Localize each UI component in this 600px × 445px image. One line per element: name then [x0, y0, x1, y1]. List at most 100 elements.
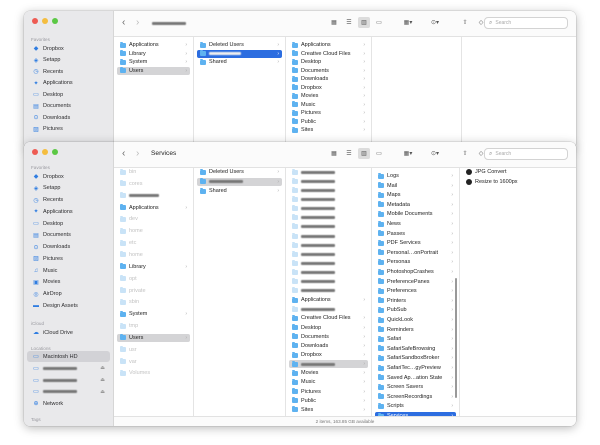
group-by-button[interactable]: ▦▾ [399, 17, 417, 28]
sidebar-item[interactable]: ◎ AirDrop [27, 289, 110, 300]
list-view-button[interactable]: ☰ [343, 148, 355, 159]
service-workflow-row[interactable]: Resize to 1600px [463, 178, 573, 186]
folder-row[interactable]: ScreenRecordings › [375, 393, 456, 401]
sidebar-item[interactable]: ▭ ⏏ [27, 375, 110, 386]
sidebar-item[interactable]: ▭ Desktop [27, 218, 110, 229]
sidebar-item[interactable]: ▨ Pictures [27, 124, 110, 135]
folder-row[interactable] [289, 269, 368, 277]
folder-row[interactable]: tmp [117, 322, 190, 330]
folder-row[interactable]: Volumes [117, 369, 190, 377]
folder-row[interactable]: Personal…onPortrait › [375, 249, 456, 257]
folder-row[interactable]: Passes › [375, 230, 456, 238]
folder-row[interactable]: Reminders › [375, 326, 456, 334]
folder-row[interactable]: opt [117, 275, 190, 283]
forward-button[interactable]: › [136, 18, 139, 28]
folder-row[interactable]: Preferences › [375, 287, 456, 295]
share-button[interactable]: ⇧ [459, 148, 471, 159]
forward-button[interactable]: › [136, 149, 139, 159]
folder-row[interactable] [289, 250, 368, 258]
gallery-view-button[interactable]: ▭ [373, 148, 385, 159]
column-view-button[interactable]: ▥ [358, 148, 370, 159]
folder-row[interactable]: PreferencePanes › [375, 278, 456, 286]
folder-row[interactable]: Maps › [375, 191, 456, 199]
folder-row[interactable]: var [117, 358, 190, 366]
folder-row[interactable]: private [117, 287, 190, 295]
sidebar-item[interactable]: ✦ Applications [27, 78, 110, 89]
share-button[interactable]: ⇧ [459, 17, 471, 28]
sidebar-item[interactable]: ▭ ⏏ [27, 363, 110, 374]
folder-row[interactable]: home [117, 251, 190, 259]
folder-row[interactable]: QuickLook › [375, 316, 456, 324]
list-view-button[interactable]: ☰ [343, 17, 355, 28]
folder-row[interactable] [289, 241, 368, 249]
folder-row[interactable] [289, 205, 368, 213]
folder-row[interactable]: Desktop › [289, 58, 368, 66]
folder-row[interactable] [289, 278, 368, 286]
folder-row[interactable]: Shared › [197, 58, 282, 66]
sidebar-item[interactable]: ♫ Music [27, 265, 110, 276]
icon-view-button[interactable]: ▦ [328, 148, 340, 159]
eject-icon[interactable]: ⏏ [100, 389, 105, 395]
folder-row[interactable]: Creative Cloud Files › [289, 314, 368, 322]
folder-row[interactable]: Library › [117, 50, 190, 58]
folder-row[interactable]: home [117, 227, 190, 235]
sidebar-item[interactable]: ◈ Setapp [27, 183, 110, 194]
folder-row[interactable]: dev [117, 215, 190, 223]
folder-row[interactable]: Dropbox › [289, 84, 368, 92]
folder-row[interactable]: Documents › [289, 67, 368, 75]
folder-row[interactable]: Downloads › [289, 342, 368, 350]
folder-row[interactable]: Applications › [117, 41, 190, 49]
sidebar-item[interactable]: ◆ Dropbox [27, 43, 110, 54]
folder-row[interactable]: System › [117, 58, 190, 66]
folder-row[interactable]: Dropbox › [289, 351, 368, 359]
sidebar-item[interactable]: ◷ Recents [27, 66, 110, 77]
folder-row[interactable]: Pictures › [289, 109, 368, 117]
sidebar-item[interactable]: ▤ Documents [27, 101, 110, 112]
folder-row[interactable]: Logs › [375, 172, 456, 180]
folder-row[interactable]: Pictures › [289, 388, 368, 396]
folder-row[interactable] [289, 195, 368, 203]
folder-row[interactable]: PhotoshopCrashes › [375, 268, 456, 276]
folder-row[interactable]: Music › [289, 101, 368, 109]
folder-row[interactable]: SafariSafeBrowsing › [375, 345, 456, 353]
folder-row[interactable] [289, 287, 368, 295]
folder-row[interactable] [289, 186, 368, 194]
folder-row[interactable]: PubSub › [375, 306, 456, 314]
folder-row[interactable] [289, 177, 368, 185]
back-button[interactable]: ‹ [122, 149, 125, 159]
sidebar-item[interactable]: ▬ Design Assets [27, 300, 110, 311]
sidebar-item[interactable]: ▭ Desktop [27, 89, 110, 100]
close-window-button[interactable] [32, 149, 38, 155]
folder-row[interactable]: etc [117, 239, 190, 247]
folder-row[interactable] [289, 214, 368, 222]
back-button[interactable]: ‹ [122, 18, 125, 28]
folder-row[interactable]: sbin [117, 298, 190, 306]
folder-row[interactable]: Printers › [375, 297, 456, 305]
eject-icon[interactable]: ⏏ [100, 365, 105, 371]
folder-row[interactable] [289, 305, 368, 313]
group-by-button[interactable]: ▦▾ [399, 148, 417, 159]
folder-row[interactable]: Mobile Documents › [375, 210, 456, 218]
folder-row[interactable] [289, 232, 368, 240]
folder-row[interactable]: SafariTec…gyPreview › [375, 364, 456, 372]
folder-row[interactable]: Applications › [289, 296, 368, 304]
sidebar-item[interactable]: ⊙ Downloads [27, 112, 110, 123]
sidebar-item[interactable]: ⊙ Downloads [27, 242, 110, 253]
folder-row[interactable]: Downloads › [289, 75, 368, 83]
folder-row[interactable]: Metadata › [375, 201, 456, 209]
folder-row[interactable]: Sites › [289, 126, 368, 134]
sidebar-item[interactable]: ⊕ Network [27, 398, 110, 409]
folder-row[interactable]: cores [117, 180, 190, 188]
folder-row[interactable]: Creative Cloud Files › [289, 50, 368, 58]
sidebar-item[interactable]: ▣ Movies [27, 277, 110, 288]
folder-row[interactable]: › [197, 177, 282, 186]
minimize-window-button[interactable] [42, 149, 48, 155]
sidebar-item[interactable]: ▭ ⏏ [27, 386, 110, 397]
folder-row[interactable]: News › [375, 220, 456, 228]
close-window-button[interactable] [32, 18, 38, 24]
folder-row[interactable]: Music › [289, 378, 368, 386]
folder-row[interactable]: Screen Savers › [375, 383, 456, 391]
folder-row[interactable]: Personas › [375, 258, 456, 266]
folder-row[interactable]: Movies › [289, 369, 368, 377]
icon-view-button[interactable]: ▦ [328, 17, 340, 28]
